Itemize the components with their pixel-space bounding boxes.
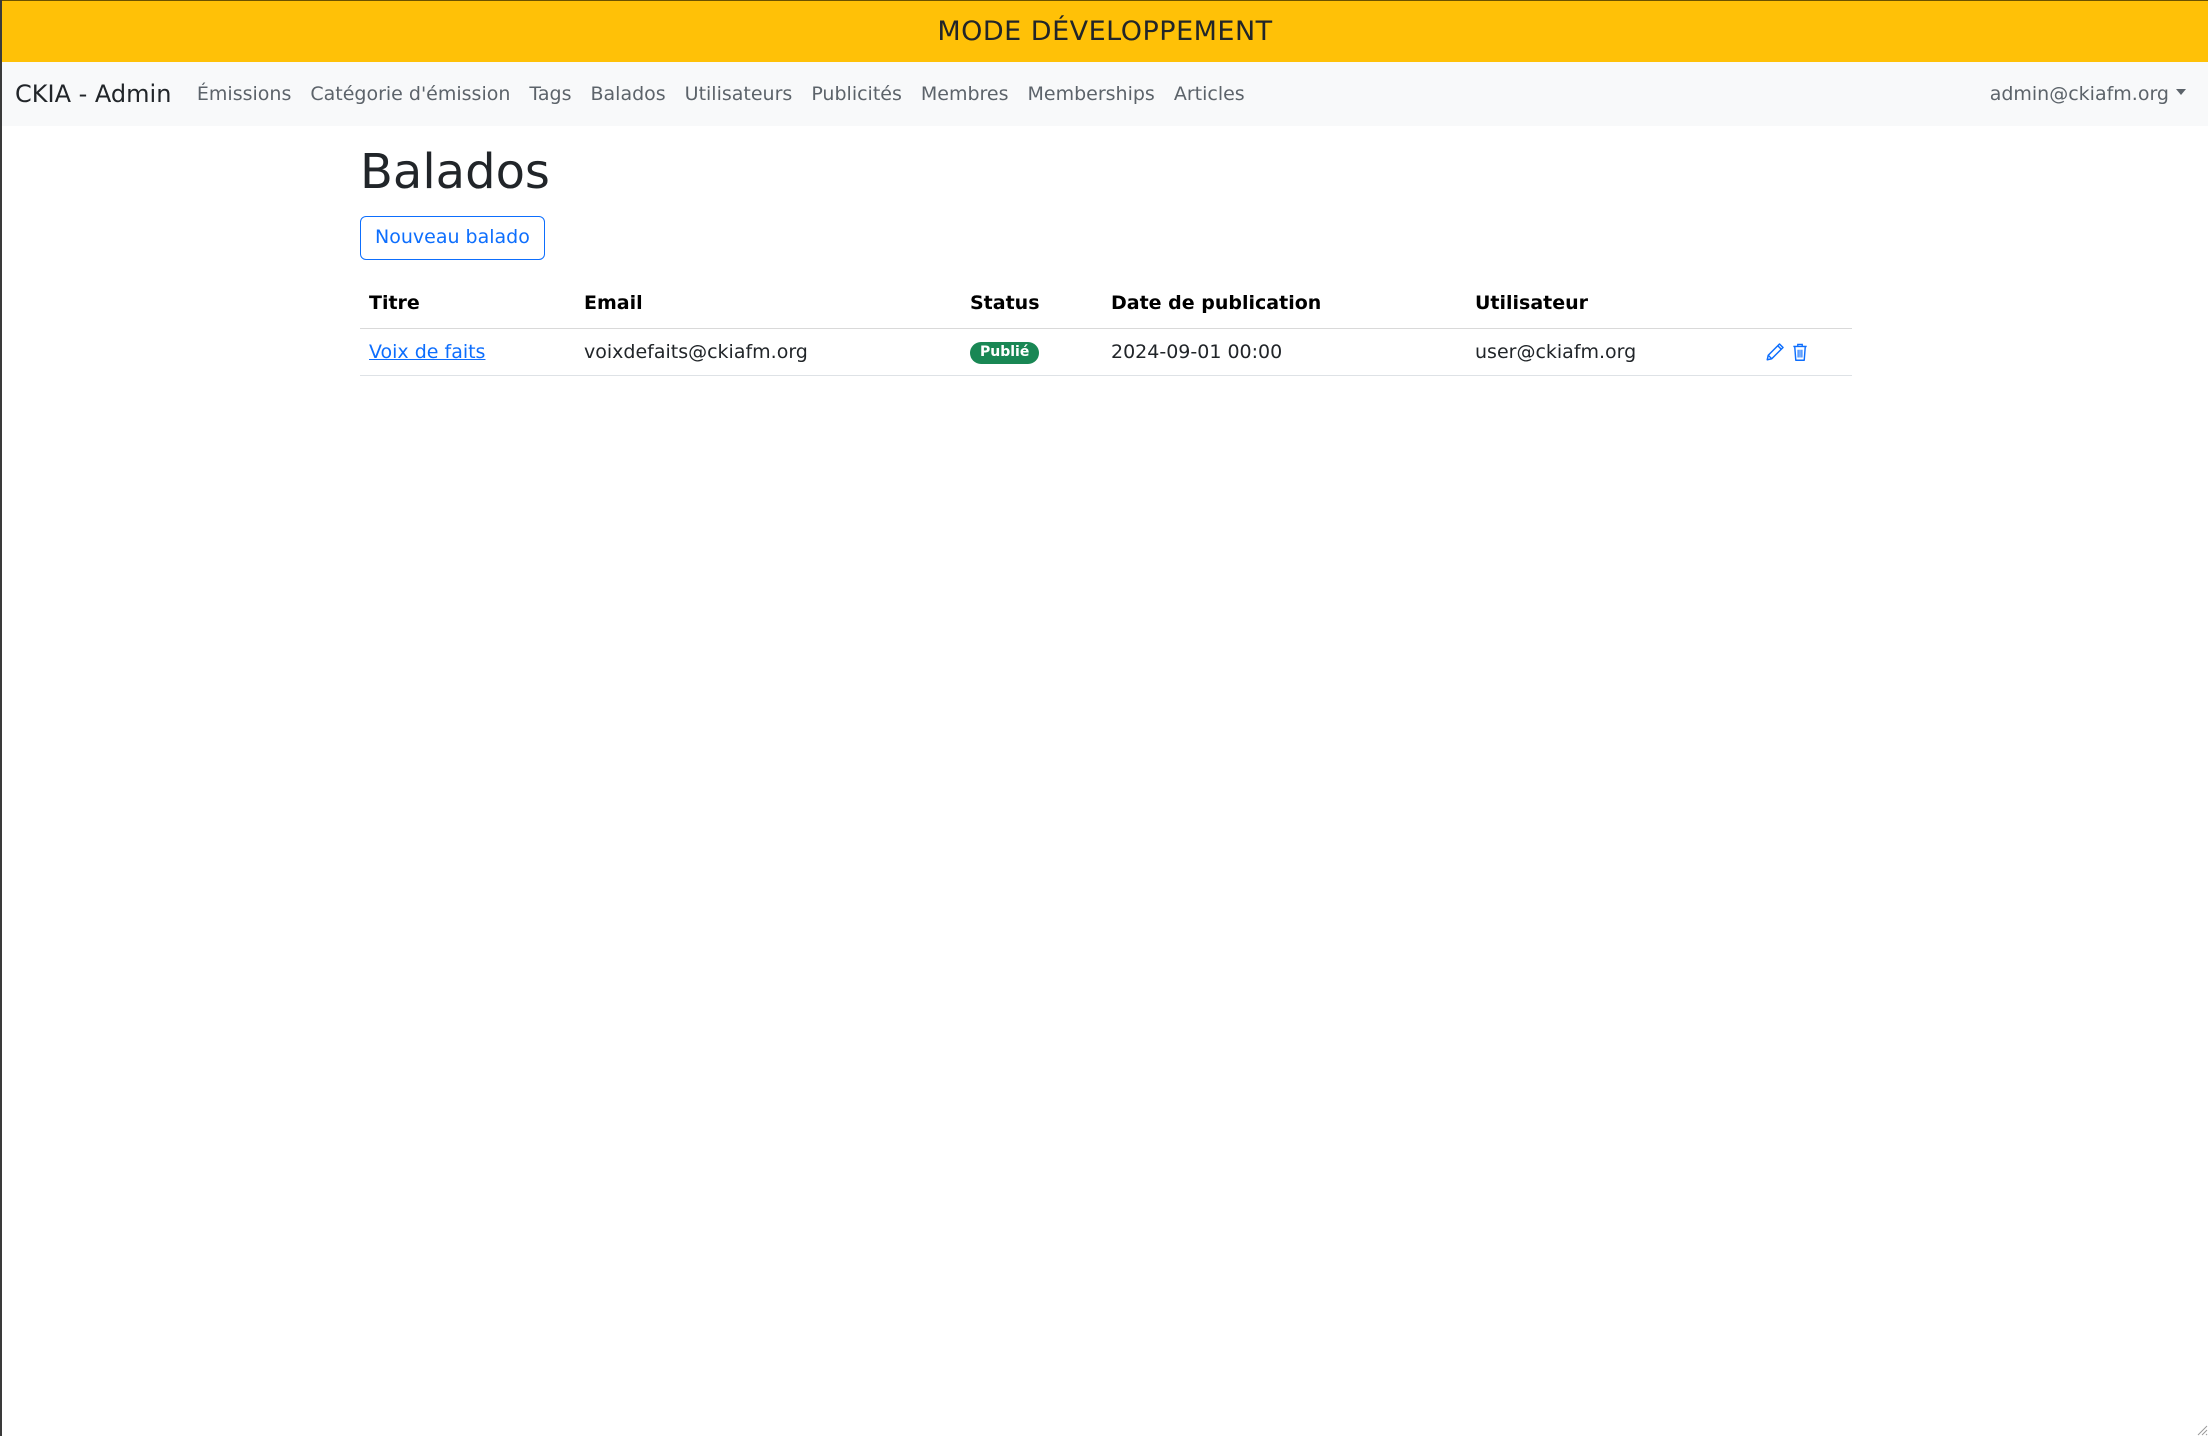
- new-balado-button[interactable]: Nouveau balado: [360, 216, 545, 260]
- table-row: Voix de faits voixdefaits@ckiafm.org Pub…: [360, 328, 1852, 376]
- cell-date: 2024-09-01 00:00: [1102, 328, 1466, 376]
- user-menu-label: admin@ckiafm.org: [1989, 83, 2169, 105]
- app-window: MODE DÉVELOPPEMENT CKIA - Admin Émission…: [0, 0, 2208, 1436]
- page-title: Balados: [360, 144, 550, 200]
- dev-mode-banner: MODE DÉVELOPPEMENT: [2, 0, 2208, 62]
- column-header-utilisateur: Utilisateur: [1466, 278, 1752, 329]
- top-navbar: CKIA - Admin Émissions Catégorie d'émiss…: [2, 62, 2208, 126]
- user-menu-dropdown[interactable]: admin@ckiafm.org: [1990, 62, 2186, 126]
- cell-status: Publié: [961, 328, 1102, 376]
- caret-down-icon: [2176, 89, 2186, 95]
- navbar-brand[interactable]: CKIA - Admin: [15, 80, 171, 108]
- status-badge: Publié: [970, 341, 1040, 365]
- main-content: Balados Nouveau balado Titre Email Statu…: [360, 126, 1852, 376]
- column-header-date: Date de publication: [1102, 278, 1466, 329]
- trash-icon[interactable]: [1790, 341, 1810, 363]
- nav-item-utilisateurs[interactable]: Utilisateurs: [675, 83, 802, 105]
- nav-item-categorie-emission[interactable]: Catégorie d'émission: [301, 83, 520, 105]
- cell-titre: Voix de faits: [360, 328, 575, 376]
- nav-item-articles[interactable]: Articles: [1164, 83, 1254, 105]
- column-header-titre: Titre: [360, 278, 575, 329]
- cell-actions: [1752, 328, 1852, 376]
- nav-item-memberships[interactable]: Memberships: [1018, 83, 1164, 105]
- nav-item-publicites[interactable]: Publicités: [802, 83, 912, 105]
- table-header-row: Titre Email Status Date de publication U…: [360, 278, 1852, 329]
- nav-item-balados[interactable]: Balados: [581, 83, 675, 105]
- column-header-actions: [1752, 278, 1852, 329]
- nav-links: Émissions Catégorie d'émission Tags Bala…: [187, 83, 1254, 105]
- nav-item-membres[interactable]: Membres: [911, 83, 1018, 105]
- cell-email: voixdefaits@ckiafm.org: [575, 328, 961, 376]
- balado-title-link[interactable]: Voix de faits: [369, 341, 485, 363]
- row-actions: [1761, 341, 1852, 363]
- nav-item-emissions[interactable]: Émissions: [187, 83, 300, 105]
- balados-table: Titre Email Status Date de publication U…: [360, 278, 1852, 376]
- column-header-status: Status: [961, 278, 1102, 329]
- pencil-icon[interactable]: [1765, 341, 1785, 363]
- dev-mode-banner-text: MODE DÉVELOPPEMENT: [937, 16, 1273, 47]
- cell-utilisateur: user@ckiafm.org: [1466, 328, 1752, 376]
- column-header-email: Email: [575, 278, 961, 329]
- resize-grip-icon[interactable]: [2194, 1422, 2208, 1436]
- nav-item-tags[interactable]: Tags: [520, 83, 581, 105]
